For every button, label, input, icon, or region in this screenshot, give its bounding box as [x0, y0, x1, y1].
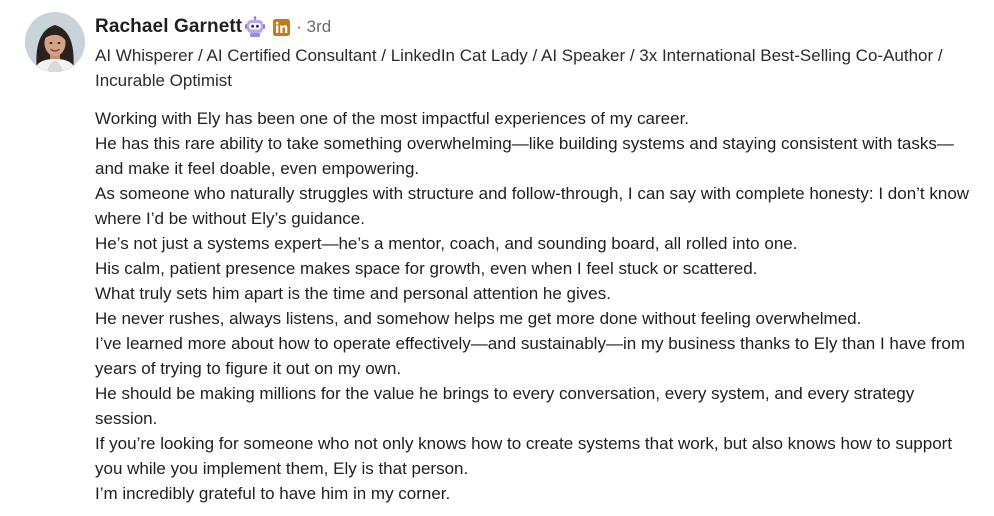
- comment-paragraph: I’ve learned more about how to operate e…: [95, 334, 965, 378]
- linkedin-icon: [273, 18, 291, 36]
- comment-body: Working with Ely has been one of the mos…: [95, 106, 975, 506]
- comment-paragraph: Working with Ely has been one of the mos…: [95, 109, 690, 128]
- author-row: Rachael Garnett · 3rd: [95, 14, 975, 40]
- comment-paragraph: He’s not just a systems expert—he’s a me…: [95, 234, 798, 253]
- recommendation-comment: Rachael Garnett · 3rd AI Whisperer / AI …: [0, 0, 994, 516]
- robot-icon: [244, 16, 266, 38]
- connection-degree: · 3rd: [296, 17, 332, 36]
- comment-paragraph: I’m incredibly grateful to have him in m…: [95, 484, 451, 503]
- avatar[interactable]: [25, 12, 85, 72]
- comment-paragraph: As someone who naturally struggles with …: [95, 184, 970, 228]
- comment-paragraph: His calm, patient presence makes space f…: [95, 259, 758, 278]
- comment-paragraph: If you’re looking for someone who not on…: [95, 434, 953, 478]
- comment-paragraph: He never rushes, always listens, and som…: [95, 309, 862, 328]
- author-name[interactable]: Rachael Garnett: [95, 16, 242, 38]
- comment-paragraph: He should be making millions for the val…: [95, 384, 915, 428]
- comment-paragraph: He has this rare ability to take somethi…: [95, 134, 954, 178]
- author-headline: AI Whisperer / AI Certified Consultant /…: [95, 46, 943, 90]
- comment-header: Rachael Garnett · 3rd AI Whisperer / AI …: [95, 14, 975, 93]
- profile-photo: [25, 12, 85, 72]
- comment-paragraph: What truly sets him apart is the time an…: [95, 284, 611, 303]
